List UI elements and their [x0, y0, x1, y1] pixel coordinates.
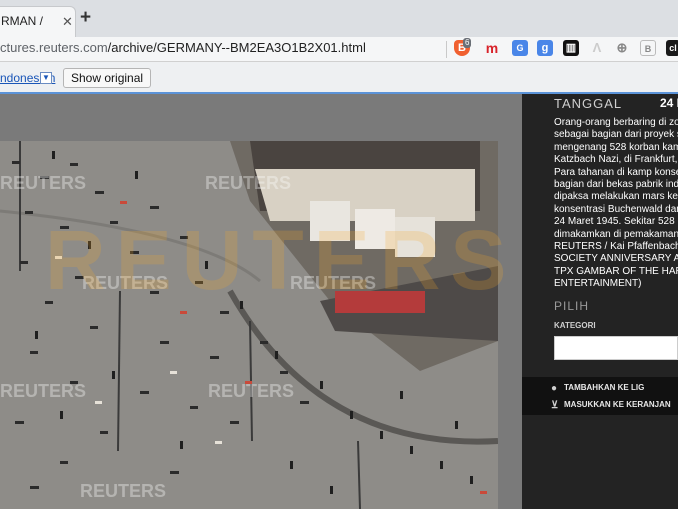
category-label: KATEGORI: [554, 321, 596, 330]
browser-tab[interactable]: RMAN / ✕: [0, 6, 76, 37]
choose-label: PILIH: [554, 299, 590, 313]
google-extension-icon[interactable]: g: [537, 40, 553, 56]
reuters-watermark: REUTERS: [205, 173, 292, 193]
news-photo[interactable]: REUTERS REUTERS REUTERS REUTERS REUTERS …: [0, 141, 498, 509]
cart-icon: ⊻: [551, 400, 559, 411]
translate-bar: ndonesian ▼ Show original: [0, 62, 678, 94]
url-host: ctures.reuters.com: [0, 40, 108, 55]
translate-extension-icon[interactable]: G: [512, 40, 528, 56]
toolbar-divider: [446, 41, 447, 58]
cl-extension-icon[interactable]: cl: [666, 40, 678, 56]
close-tab-icon[interactable]: ✕: [62, 14, 73, 30]
shield-count-badge: 6: [463, 38, 472, 48]
add-to-lightbox-label: TAMBAHKAN KE LIG: [564, 383, 645, 392]
lightbulb-icon: ●: [551, 383, 558, 394]
add-to-lightbox-button[interactable]: ● TAMBAHKAN KE LIG: [551, 383, 645, 394]
photo-caption: Orang-orang berbaring di zon sebagai bag…: [554, 117, 678, 290]
date-label: TANGGAL: [554, 96, 623, 111]
globe-extension-icon[interactable]: ⊕: [614, 40, 630, 56]
tab-strip: RMAN / ✕ +: [0, 0, 678, 37]
url-path: /archive/GERMANY--BM2EA3O1B2X01.html: [107, 40, 366, 55]
reuters-watermark: REUTERS: [208, 381, 295, 401]
language-dropdown-icon[interactable]: ▼: [40, 72, 52, 84]
m-extension-icon[interactable]: m: [484, 40, 500, 56]
address-bar[interactable]: ctures.reuters.com/archive/GERMANY--BM2E…: [0, 40, 366, 55]
reuters-watermark: REUTERS: [80, 481, 167, 501]
action-list: ● TAMBAHKAN KE LIG ⊻ MASUKKAN KE KERANJA…: [522, 377, 678, 415]
show-original-button[interactable]: Show original: [63, 68, 152, 88]
plaza-scene: [0, 141, 498, 509]
a-extension-icon[interactable]: Λ: [589, 40, 605, 56]
category-select[interactable]: [554, 336, 678, 360]
bank-extension-icon[interactable]: ▥: [563, 40, 579, 56]
add-to-cart-label: MASUKKAN KE KERANJAN: [564, 400, 671, 409]
details-sidebar: TANGGAL 24 M Orang-orang berbaring di zo…: [522, 94, 678, 509]
add-to-cart-button[interactable]: ⊻ MASUKKAN KE KERANJAN: [551, 400, 671, 411]
new-tab-button[interactable]: +: [80, 8, 91, 27]
address-bar-row: ctures.reuters.com/archive/GERMANY--BM2E…: [0, 37, 678, 62]
reuters-watermark: REUTERS: [0, 381, 87, 401]
b-extension-icon[interactable]: B: [640, 40, 656, 56]
date-value: 24 M: [660, 96, 678, 110]
tab-title: RMAN /: [1, 14, 43, 28]
reuters-watermark: REUTERS: [0, 173, 87, 193]
page-content: REUTERS REUTERS REUTERS REUTERS REUTERS …: [0, 94, 678, 509]
large-reuters-watermark: REUTERS: [45, 213, 517, 307]
